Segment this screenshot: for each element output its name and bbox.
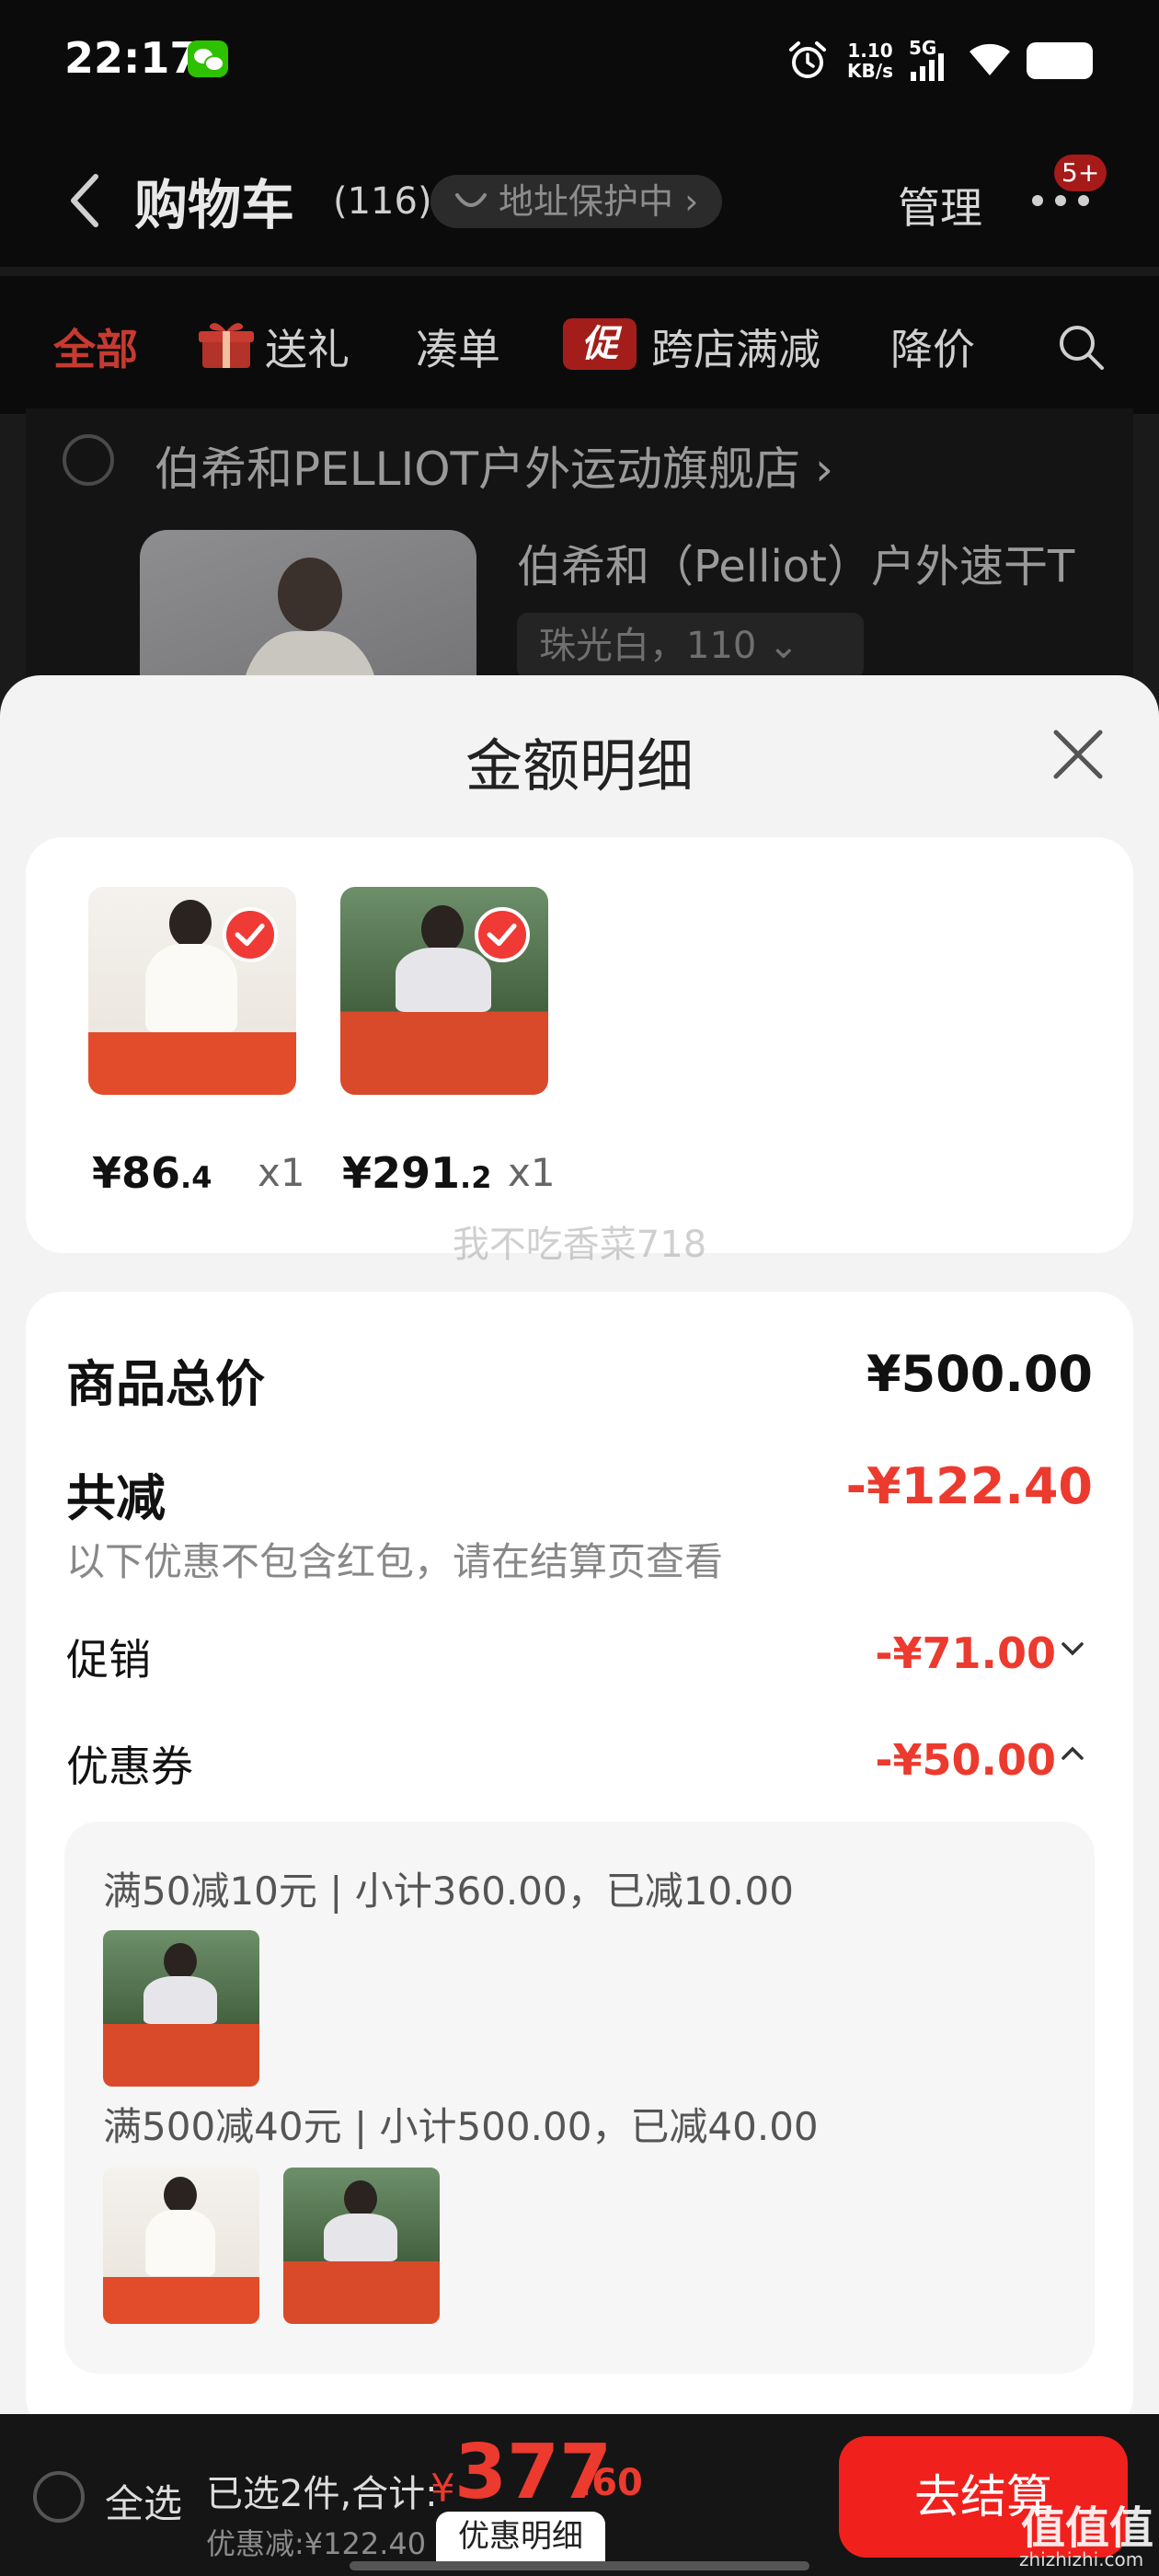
subtotal-label: 商品总价 [66,1355,265,1413]
address-protection-pill[interactable]: 地址保护中 › [430,175,723,228]
cart-count: (116) [333,180,432,223]
address-protection-label: 地址保护中 › [499,181,699,222]
wifi-icon [970,43,1010,75]
goods-price-dec: .4 [180,1160,212,1195]
model-figure-body [145,2210,215,2276]
total-reduction-value: -¥122.40 [845,1457,1093,1515]
chevron-down-icon[interactable] [1060,1639,1085,1658]
goods-price-int: ¥86 [92,1148,181,1198]
discount-detail-tab[interactable]: 优惠明细 [436,2512,605,2561]
check-icon [223,907,278,962]
close-icon[interactable] [1050,727,1106,782]
coupon-label[interactable]: 优惠券 [66,1733,193,1794]
tab-gift[interactable]: 送礼 [265,316,350,377]
subtotal-value: ¥500.00 [866,1345,1093,1403]
promotion-value[interactable]: -¥71.00 [875,1628,1056,1678]
model-figure-body [143,1976,217,2024]
goods-price: ¥291.2 [342,1148,491,1198]
model-figure [421,905,464,953]
model-figure-body [145,944,237,1032]
model-figure [344,2180,377,2217]
tab-price-drop[interactable]: 降价 [890,316,975,377]
goods-price-int: ¥291 [342,1148,461,1198]
goods-price: ¥86.4 [92,1148,212,1198]
model-figure [169,900,212,948]
goods-quantity: x1 [258,1150,305,1195]
tab-bundle[interactable]: 凑单 [416,316,500,377]
select-all-checkbox[interactable] [33,2471,85,2523]
model-figure-body [324,2214,397,2261]
net-speed-unit: KB/s [847,60,893,82]
coupon-rule: 满50减10元 | 小计360.00，已减10.00 [103,1869,794,1914]
promotion-label[interactable]: 促销 [66,1627,151,1687]
goods-quantity: x1 [508,1150,556,1195]
total-amount-decimal: .60 [578,2462,643,2504]
reduction-note: 以下优惠不包含红包，请在结算页查看 [66,1539,724,1584]
back-icon[interactable] [68,173,101,228]
site-watermark-url: zhizhizhi.com [1019,2548,1144,2570]
discount-summary: 优惠减:¥122.40 [206,2526,427,2561]
model-figure [164,1943,197,1980]
coupon-goods-jacket [283,2168,440,2324]
store-checkbox[interactable] [63,434,114,486]
model-figure [278,558,342,631]
site-watermark-logo: 值值值 [1021,2502,1154,2554]
chevron-up-icon[interactable] [1060,1744,1085,1763]
net-speed-value: 1.10 [847,40,893,62]
sheet-title: 金额明细 [465,732,694,799]
tab-all[interactable]: 全部 [53,316,138,377]
coupon-goods-jacket [103,1930,259,2087]
tab-cross-store-discount[interactable]: 跨店满减 [651,316,820,377]
gift-icon [199,323,254,368]
home-indicator[interactable] [350,2561,809,2570]
model-figure-body [396,948,491,1012]
product-variant-selector[interactable]: 珠光白，110 ⌄ [517,613,864,679]
total-currency: ¥ [430,2466,455,2511]
smile-icon [455,193,487,207]
coupon-value[interactable]: -¥50.00 [875,1735,1056,1785]
store-name[interactable]: 伯希和PELLIOT户外运动旗舰店 › [155,432,833,499]
battery-icon [1027,42,1093,79]
select-all-label[interactable]: 全选 [105,2473,182,2529]
check-icon [475,907,530,962]
more-icon[interactable] [1028,191,1093,210]
model-figure [164,2177,197,2214]
alarm-icon [789,41,826,78]
status-time: 22:17 [64,33,200,83]
manage-button[interactable]: 管理 [898,175,982,236]
user-watermark: 我不吃香菜718 [452,1224,707,1266]
product-title[interactable]: 伯希和（Pelliot）户外速干T [517,530,1074,594]
signal-icon [911,53,944,81]
wechat-icon [188,40,228,77]
page-title: 购物车 [134,174,295,236]
net-speed: 1.10 KB/s [843,40,898,81]
goods-price-dec: .2 [460,1160,492,1195]
coupon-rule: 满500减40元 | 小计500.00，已减40.00 [103,2104,819,2149]
coupon-goods-tshirt [103,2168,259,2324]
promo-badge-icon: 促 [563,318,637,370]
selected-summary: 已选2件,合计: [206,2473,438,2515]
search-icon[interactable] [1056,322,1106,372]
total-reduction-label: 共减 [66,1469,166,1527]
notification-badge: 5+ [1054,155,1107,191]
